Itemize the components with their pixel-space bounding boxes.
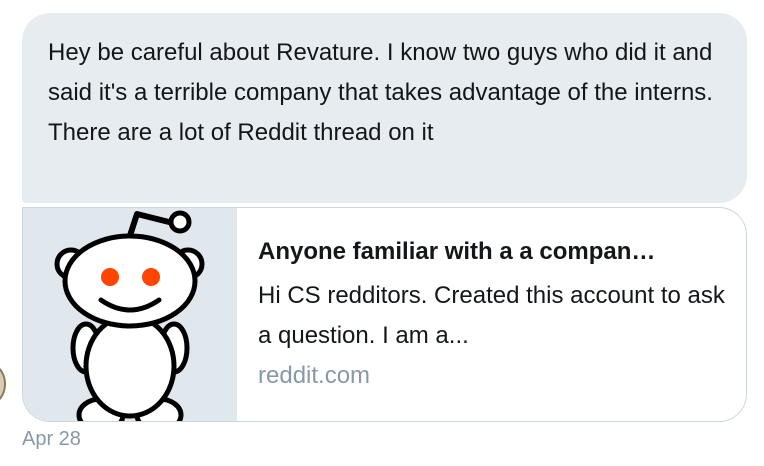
- link-preview-image: [23, 208, 237, 421]
- link-preview-domain: reddit.com: [258, 362, 371, 389]
- link-preview-description: Hi CS redditors. Created this account to…: [258, 282, 725, 349]
- message-timestamp: Apr 28: [22, 428, 81, 450]
- message-text: Hey be careful about Revature. I know tw…: [48, 39, 713, 146]
- link-preview-body: Anyone familiar with a a compan… Hi CS r…: [237, 208, 746, 421]
- link-preview-card[interactable]: Anyone familiar with a a compan… Hi CS r…: [22, 207, 747, 422]
- dm-conversation: Hey be careful about Revature. I know tw…: [0, 0, 764, 466]
- link-preview-title: Anyone familiar with a a compan…: [258, 238, 656, 265]
- avatar[interactable]: [0, 364, 6, 404]
- reddit-alien-icon: [54, 210, 205, 421]
- message-bubble: Hey be careful about Revature. I know tw…: [22, 13, 747, 203]
